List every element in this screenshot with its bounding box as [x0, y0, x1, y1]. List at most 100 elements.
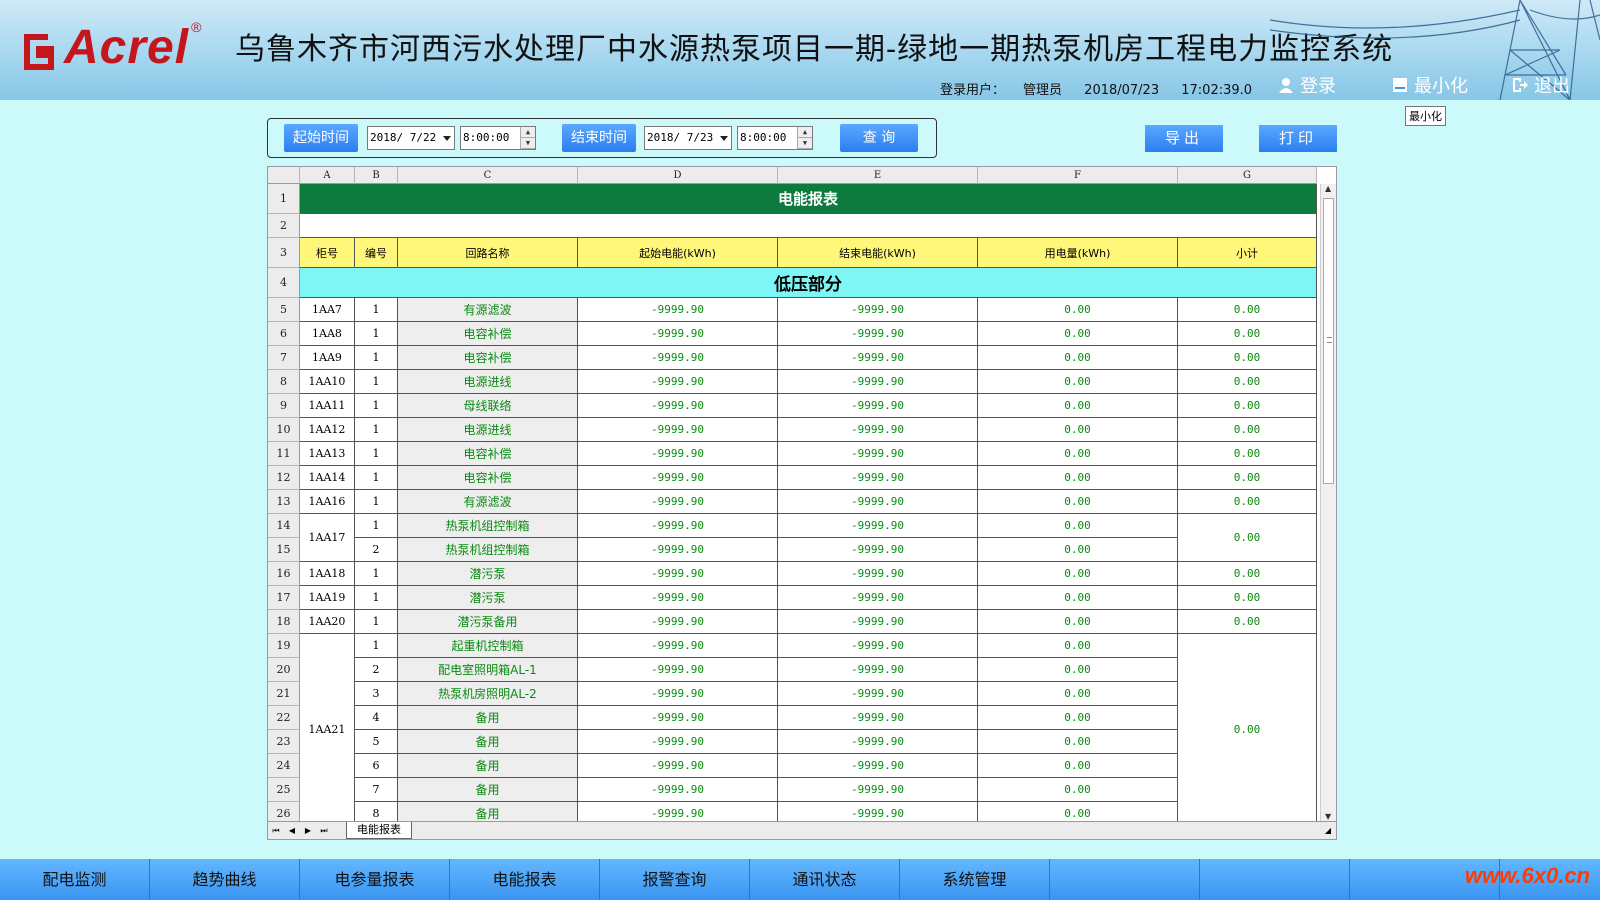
nav-item-6[interactable]: 系统管理	[900, 859, 1050, 900]
scroll-up-icon[interactable]: ▲	[1325, 184, 1331, 193]
login-button[interactable]: 登录	[1278, 74, 1336, 97]
query-bar: 起始时间 2018/ 7/22 8:00:00 ▲ ▼ 结束时间 2018/ 7/…	[267, 118, 937, 158]
row-header-2[interactable]: 2	[268, 214, 300, 238]
circuit-number-cell: 1	[355, 490, 398, 514]
prev-sheet-icon[interactable]: ◀	[286, 825, 298, 837]
column-header-d[interactable]: D	[578, 167, 778, 184]
end-date-picker[interactable]: 2018/ 7/23	[644, 126, 732, 150]
column-header-b[interactable]: B	[355, 167, 398, 184]
last-sheet-icon[interactable]: ⏭	[318, 825, 330, 837]
row-header-19[interactable]: 19	[268, 634, 300, 658]
row-header-6[interactable]: 6	[268, 322, 300, 346]
circuit-number-cell: 1	[355, 298, 398, 322]
subtotal-cell: 0.00	[1178, 298, 1317, 322]
end-time-button[interactable]: 结束时间	[562, 124, 636, 152]
row-header-3[interactable]: 3	[268, 238, 300, 268]
vertical-scrollbar[interactable]: ▲ ▼	[1320, 184, 1336, 821]
column-header-e[interactable]: E	[778, 167, 978, 184]
export-button[interactable]: 导出	[1145, 125, 1223, 152]
circuit-number-cell: 1	[355, 370, 398, 394]
row-header-25[interactable]: 25	[268, 778, 300, 802]
end-energy-cell: -9999.90	[778, 466, 978, 490]
circuit-number-cell: 2	[355, 538, 398, 562]
row-header-26[interactable]: 26	[268, 802, 300, 821]
cabinet-cell: 1AA12	[300, 418, 355, 442]
spin-up-icon[interactable]: ▲	[521, 127, 535, 138]
exit-button[interactable]: 退出	[1512, 74, 1570, 97]
select-all-corner[interactable]	[268, 167, 300, 184]
nav-item-7[interactable]	[1050, 859, 1200, 900]
column-header-g[interactable]: G	[1178, 167, 1317, 184]
print-button[interactable]: 打印	[1259, 125, 1337, 152]
start-date-picker[interactable]: 2018/ 7/22	[367, 126, 455, 150]
column-header-c[interactable]: C	[398, 167, 578, 184]
row-header-17[interactable]: 17	[268, 586, 300, 610]
end-energy-cell: -9999.90	[778, 586, 978, 610]
row-header-21[interactable]: 21	[268, 682, 300, 706]
next-sheet-icon[interactable]: ▶	[302, 825, 314, 837]
spin-down-icon[interactable]: ▼	[521, 138, 535, 149]
row-header-5[interactable]: 5	[268, 298, 300, 322]
nav-item-3[interactable]: 电能报表	[450, 859, 600, 900]
chevron-down-icon[interactable]	[443, 136, 451, 141]
row-header-20[interactable]: 20	[268, 658, 300, 682]
circuit-number-cell: 5	[355, 730, 398, 754]
start-energy-cell: -9999.90	[578, 346, 778, 370]
row-header-9[interactable]: 9	[268, 394, 300, 418]
row-header-16[interactable]: 16	[268, 562, 300, 586]
row-header-24[interactable]: 24	[268, 754, 300, 778]
row-header-14[interactable]: 14	[268, 514, 300, 538]
resize-corner-icon[interactable]: ◢	[1322, 825, 1334, 837]
row-header-12[interactable]: 12	[268, 466, 300, 490]
circuit-number-cell: 4	[355, 706, 398, 730]
spin-buttons[interactable]: ▲ ▼	[797, 127, 812, 149]
spin-up-icon[interactable]: ▲	[798, 127, 812, 138]
nav-item-8[interactable]	[1200, 859, 1350, 900]
row-header-10[interactable]: 10	[268, 418, 300, 442]
cabinet-cell: 1AA16	[300, 490, 355, 514]
start-time-button[interactable]: 起始时间	[284, 124, 358, 152]
circuit-name-cell: 备用	[398, 754, 578, 778]
row-header-18[interactable]: 18	[268, 610, 300, 634]
row-header-13[interactable]: 13	[268, 490, 300, 514]
first-sheet-icon[interactable]: ⏮	[270, 825, 282, 837]
end-time-spinner[interactable]: 8:00:00 ▲ ▼	[737, 126, 813, 150]
end-energy-cell: -9999.90	[778, 658, 978, 682]
scroll-down-icon[interactable]: ▼	[1325, 812, 1331, 821]
row-header-23[interactable]: 23	[268, 730, 300, 754]
row-header-8[interactable]: 8	[268, 370, 300, 394]
sheet-tab-energy-report[interactable]: 电能报表	[346, 822, 412, 839]
spin-down-icon[interactable]: ▼	[798, 138, 812, 149]
circuit-number-cell: 1	[355, 466, 398, 490]
query-button[interactable]: 查 询	[840, 124, 918, 152]
start-energy-cell: -9999.90	[578, 370, 778, 394]
spin-buttons[interactable]: ▲ ▼	[520, 127, 535, 149]
scroll-thumb[interactable]	[1323, 198, 1334, 484]
nav-item-5[interactable]: 通讯状态	[750, 859, 900, 900]
start-time-spinner[interactable]: 8:00:00 ▲ ▼	[460, 126, 536, 150]
column-title-2: 回路名称	[398, 238, 578, 268]
column-header-f[interactable]: F	[978, 167, 1178, 184]
subtotal-cell: 0.00	[1178, 466, 1317, 490]
nav-item-1[interactable]: 趋势曲线	[150, 859, 300, 900]
circuit-name-cell: 有源滤波	[398, 298, 578, 322]
usage-cell: 0.00	[978, 418, 1178, 442]
row-header-4[interactable]: 4	[268, 268, 300, 298]
row-header-22[interactable]: 22	[268, 706, 300, 730]
subtotal-cell: 0.00	[1178, 514, 1317, 562]
row-header-1[interactable]: 1	[268, 184, 300, 214]
row-header-15[interactable]: 15	[268, 538, 300, 562]
chevron-down-icon[interactable]	[720, 136, 728, 141]
row-header-7[interactable]: 7	[268, 346, 300, 370]
nav-item-0[interactable]: 配电监测	[0, 859, 150, 900]
minimize-button[interactable]: 最小化	[1392, 74, 1468, 97]
nav-item-4[interactable]: 报警查询	[600, 859, 750, 900]
user-icon	[1279, 78, 1293, 93]
cabinet-cell: 1AA9	[300, 346, 355, 370]
cabinet-cell: 1AA10	[300, 370, 355, 394]
start-energy-cell: -9999.90	[578, 610, 778, 634]
row-header-11[interactable]: 11	[268, 442, 300, 466]
energy-report-sheet: A B C D E F G 1 2 3 4 5 6 7 8 9 10 11 12 13 14 15 16 17 18 19 20 21…	[267, 166, 1337, 840]
nav-item-2[interactable]: 电参量报表	[300, 859, 450, 900]
column-header-a[interactable]: A	[300, 167, 355, 184]
